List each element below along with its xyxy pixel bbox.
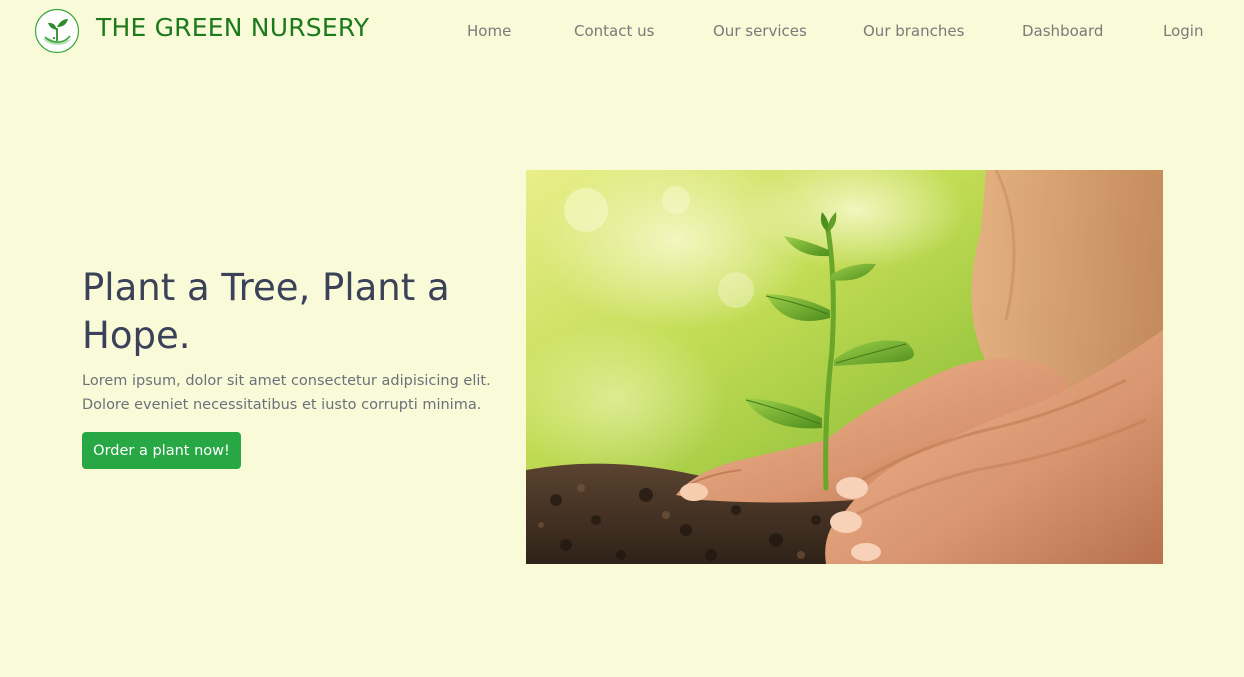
sprout-in-hand-icon (34, 8, 80, 54)
nav-dashboard[interactable]: Dashboard (1022, 22, 1103, 40)
hero-description: Lorem ipsum, dolor sit amet consectetur … (82, 373, 491, 413)
nav-login[interactable]: Login (1163, 22, 1203, 40)
nav-contact-us[interactable]: Contact us (574, 22, 654, 40)
hero-title: Plant a Tree, Plant a Hope. (82, 266, 450, 357)
nav-home[interactable]: Home (467, 22, 511, 40)
seedling-in-hands-image (526, 170, 1163, 564)
hero-image (526, 170, 1163, 564)
brand-link[interactable]: THE GREEN NURSERY (34, 8, 369, 54)
navbar: THE GREEN NURSERY Home Contact us Our se… (0, 0, 1244, 66)
nav-our-services[interactable]: Our services (713, 22, 807, 40)
order-plant-button[interactable]: Order a plant now! (82, 432, 241, 469)
brand-name: THE GREEN NURSERY (96, 13, 370, 42)
nav-our-branches[interactable]: Our branches (863, 22, 964, 40)
